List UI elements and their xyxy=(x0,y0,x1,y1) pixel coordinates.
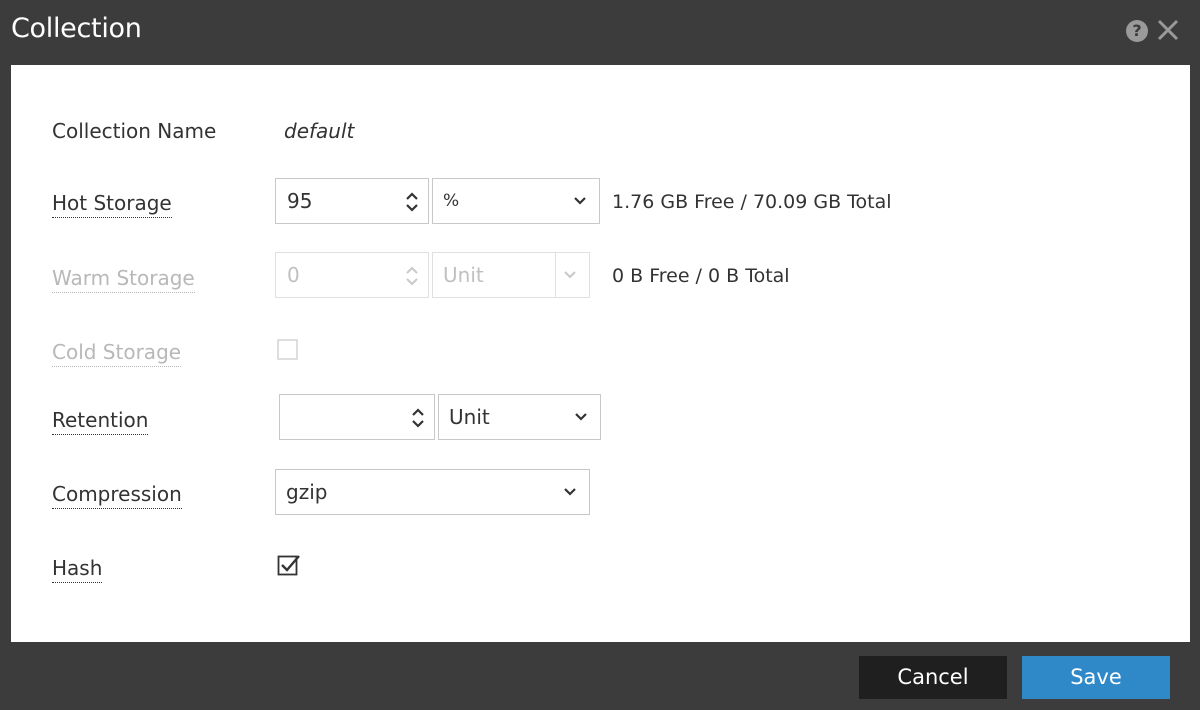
hot-storage-label: Hot Storage xyxy=(52,191,172,218)
hash-checkbox[interactable] xyxy=(277,553,303,579)
cancel-button[interactable]: Cancel xyxy=(859,656,1007,699)
chevron-down-icon xyxy=(564,488,576,496)
compression-label: Compression xyxy=(52,482,182,509)
dialog-title: Collection xyxy=(11,13,142,44)
warm-storage-unit-value: Unit xyxy=(443,263,484,287)
retention-input[interactable] xyxy=(279,394,435,440)
warm-storage-input[interactable]: 0 xyxy=(275,252,429,298)
chevron-down-icon xyxy=(575,413,587,421)
chevron-down-icon xyxy=(574,197,586,205)
warm-storage-unit-select[interactable]: Unit xyxy=(432,252,590,298)
retention-unit-value: Unit xyxy=(449,405,490,429)
compression-value: gzip xyxy=(286,480,328,504)
hot-storage-unit-select[interactable]: % xyxy=(432,178,600,224)
select-divider xyxy=(555,253,556,297)
close-icon[interactable] xyxy=(1150,12,1186,48)
chevron-down-icon xyxy=(564,271,576,279)
warm-storage-info: 0 B Free / 0 B Total xyxy=(612,265,790,287)
retention-label: Retention xyxy=(52,408,149,435)
dialog-body: Collection Name default Hot Storage 95 %… xyxy=(11,65,1190,642)
retention-unit-select[interactable]: Unit xyxy=(438,394,601,440)
question-circle-icon[interactable]: ? xyxy=(1126,20,1148,42)
collection-name-label: Collection Name xyxy=(52,119,217,143)
warm-storage-value: 0 xyxy=(287,263,300,287)
hash-label: Hash xyxy=(52,556,103,583)
hot-storage-value: 95 xyxy=(287,189,313,213)
save-button[interactable]: Save xyxy=(1022,656,1170,699)
spinner-arrows-icon xyxy=(406,266,418,286)
compression-select[interactable]: gzip xyxy=(275,469,590,515)
cold-storage-label: Cold Storage xyxy=(52,340,182,367)
cold-storage-checkbox[interactable] xyxy=(277,339,299,361)
warm-storage-label: Warm Storage xyxy=(52,266,195,293)
collection-name-value: default xyxy=(284,119,355,143)
collection-dialog: Collection ? Collection Name default Hot… xyxy=(0,0,1200,710)
spinner-arrows-icon[interactable] xyxy=(404,190,420,214)
hot-storage-info: 1.76 GB Free / 70.09 GB Total xyxy=(612,191,892,213)
dialog-footer xyxy=(0,642,1200,710)
hot-storage-input[interactable]: 95 xyxy=(275,178,429,224)
spinner-arrows-icon[interactable] xyxy=(410,406,426,430)
dialog-titlebar: Collection ? xyxy=(0,0,1200,64)
hot-storage-unit-value: % xyxy=(443,191,460,211)
